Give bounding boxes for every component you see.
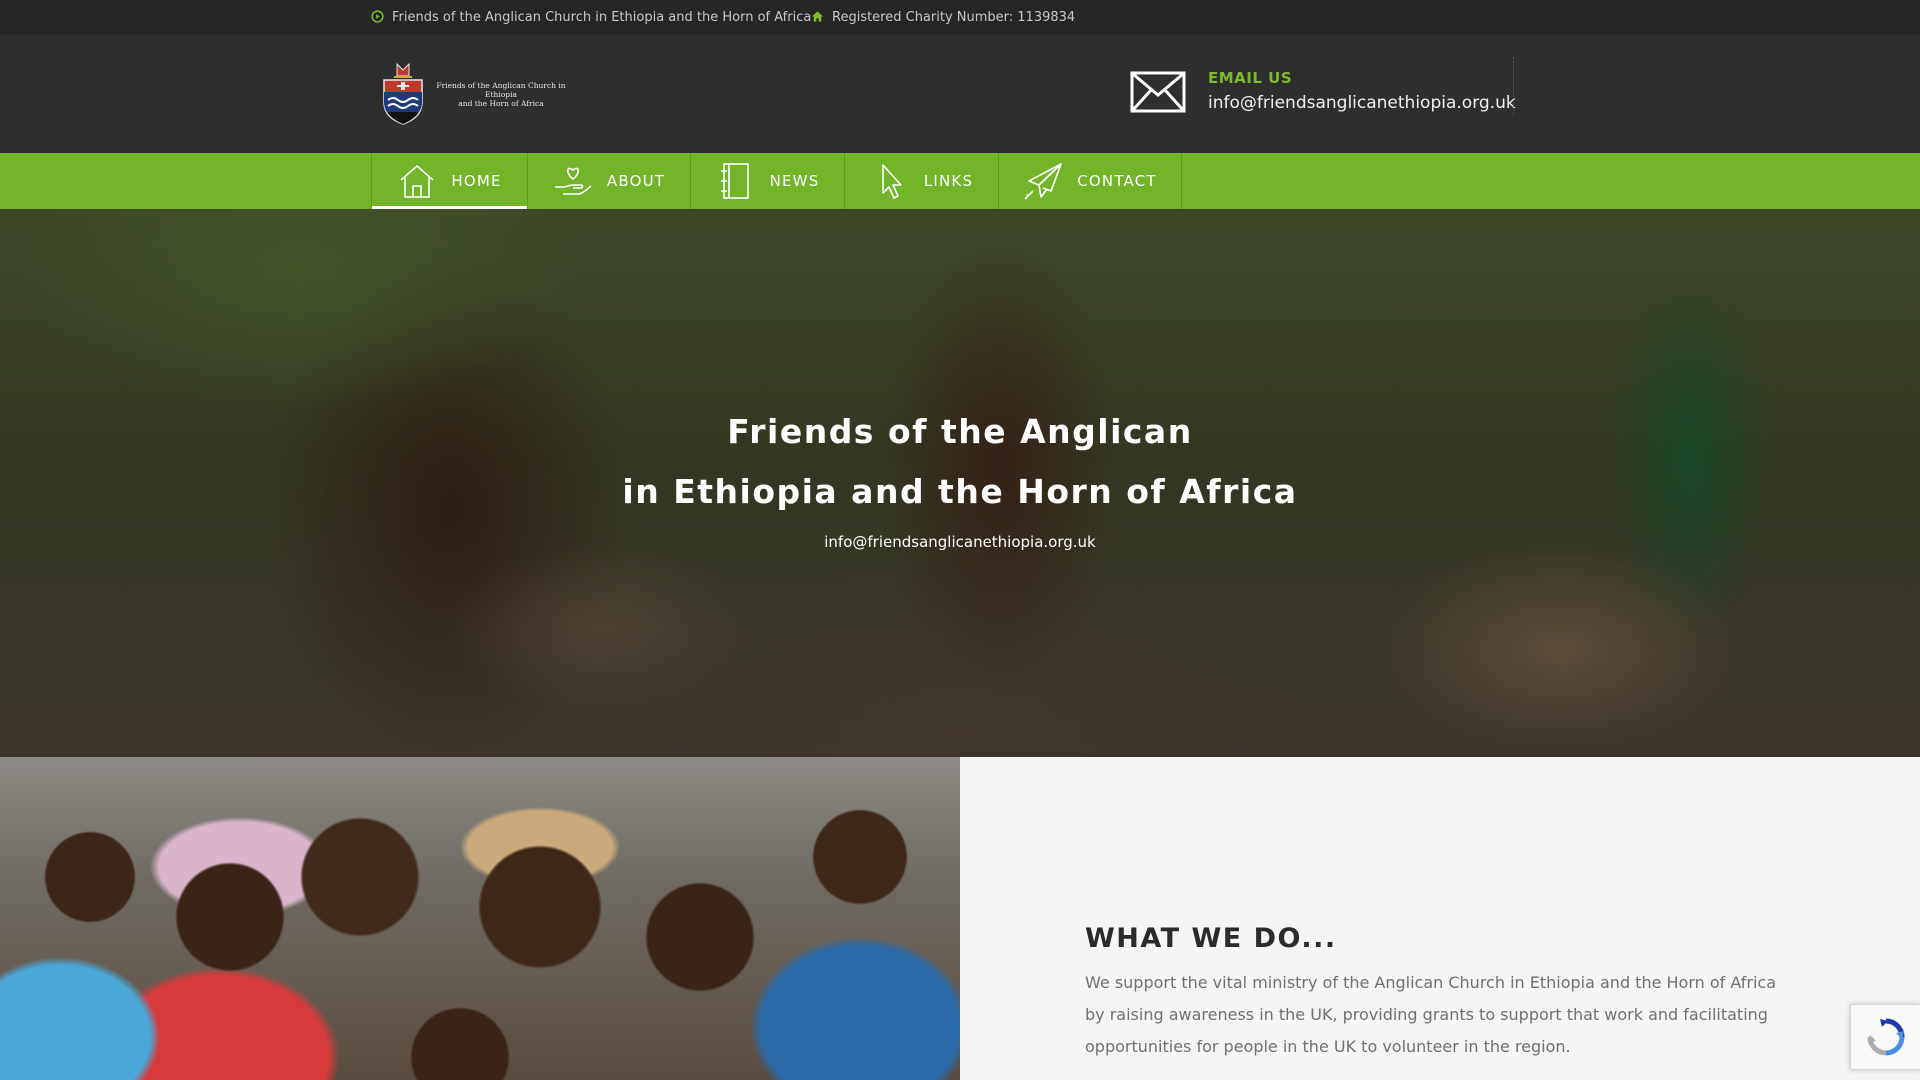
recaptcha-icon [1867,1018,1904,1056]
what-we-do-text: We support the vital ministry of the Ang… [1085,973,1777,1056]
site-logo[interactable]: Friends of the Anglican Church in Ethiop… [380,60,570,128]
nav-label-links: LINKS [923,172,974,190]
home-icon [811,10,824,25]
topbar-org-name: Friends of the Anglican Church in Ethiop… [392,10,812,25]
top-bar: Friends of the Anglican Church in Ethiop… [0,0,1920,35]
hero-banner: Friends of the Anglican in Ethiopia and … [0,209,1920,757]
email-contact: EMAIL US info@friendsanglicanethiopia.or… [1128,63,1516,123]
email-link[interactable]: info@friendsanglicanethiopia.org.uk [1208,93,1516,113]
children-photo [0,757,960,1080]
paper-plane-icon [1024,163,1063,200]
nav-item-links[interactable]: LINKS [845,153,999,209]
topbar-charity-item: Registered Charity Number: 1139834 [811,0,1075,35]
circle-play-icon [371,10,384,25]
cursor-icon [882,164,902,199]
hero-title-line1: Friends of the Anglican [727,412,1193,451]
hero-title-line2: in Ethiopia and the Horn of Africa [622,472,1298,511]
nav-label-news: NEWS [769,172,820,190]
envelope-icon [1130,71,1186,113]
nav-item-contact[interactable]: CONTACT [999,153,1182,209]
hero-email: info@friendsanglicanethiopia.org.uk [824,533,1096,551]
topbar-charity-number: Registered Charity Number: 1139834 [832,10,1076,25]
main-nav: HOME ABOUT NEWS LINKS CONTACT [0,153,1920,209]
nav-label-contact: CONTACT [1077,172,1157,190]
nav-item-home[interactable]: HOME [371,153,528,209]
nav-item-about[interactable]: ABOUT [528,153,691,209]
nav-label-about: ABOUT [606,172,666,190]
nav-label-home: HOME [451,172,502,190]
email-label: EMAIL US [1208,69,1293,87]
header-divider [1513,57,1514,115]
home-icon [400,164,434,198]
nav-item-news[interactable]: NEWS [691,153,845,209]
logo-text: Friends of the Anglican Church in Ethiop… [436,80,566,108]
what-we-do-section: WHAT WE DO... We support the vital minis… [960,757,1920,1080]
topbar-org-item: Friends of the Anglican Church in Ethiop… [371,0,811,35]
notebook-icon [720,163,749,199]
what-we-do-title: WHAT WE DO... [1085,923,1337,954]
hand-heart-icon [554,167,592,195]
diocese-crest-icon [383,62,423,125]
recaptcha-badge[interactable] [1850,1004,1920,1070]
site-header: Friends of the Anglican Church in Ethiop… [0,35,1920,153]
